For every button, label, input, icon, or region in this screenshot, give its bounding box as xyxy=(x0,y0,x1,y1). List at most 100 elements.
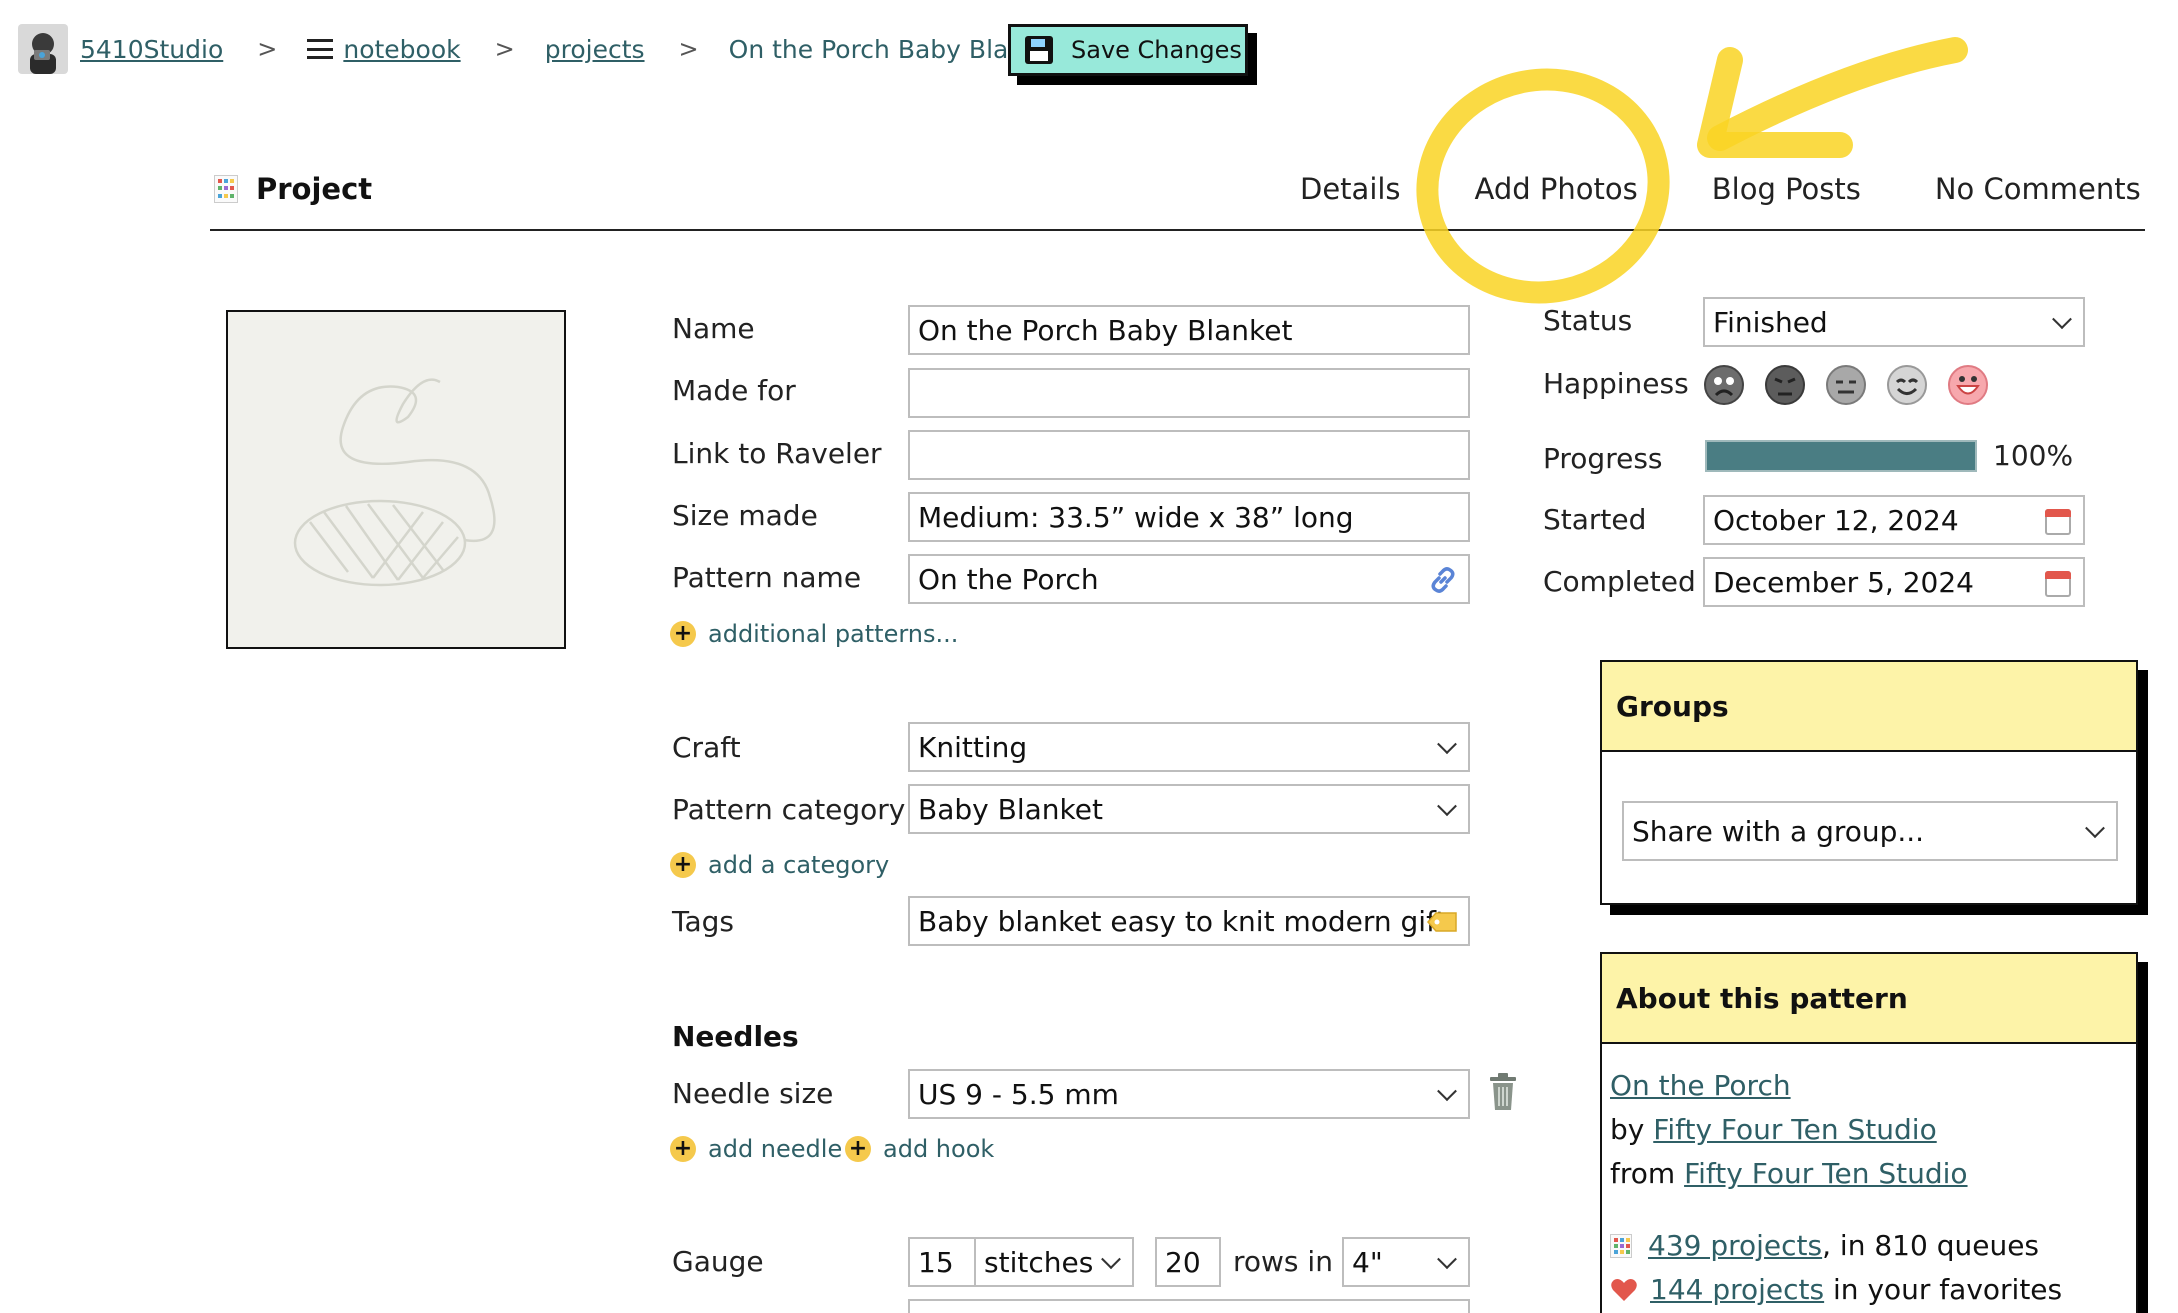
very-happy-face-icon[interactable] xyxy=(1948,365,1988,405)
save-button-label: Save Changes xyxy=(1071,36,1242,64)
projects-icon xyxy=(1610,1234,1632,1258)
completed-date-value: December 5, 2024 xyxy=(1713,565,1974,599)
about-pattern-box: About this pattern On the Porch by Fifty… xyxy=(1600,952,2138,1313)
tab-blog-posts[interactable]: Blog Posts xyxy=(1712,172,1861,206)
size-made-label: Size made xyxy=(672,499,818,532)
unhappy-face-icon[interactable] xyxy=(1765,365,1805,405)
calendar-icon[interactable] xyxy=(2045,509,2071,535)
completed-label: Completed xyxy=(1543,565,1696,598)
link-chain-icon[interactable] xyxy=(1428,565,1458,595)
pattern-name-input[interactable]: On the Porch xyxy=(908,554,1470,604)
favorites-projects-link[interactable]: 144 projects xyxy=(1650,1268,1824,1312)
additional-patterns-link[interactable]: + additional patterns... xyxy=(670,620,958,648)
name-label: Name xyxy=(672,312,755,345)
pattern-link[interactable]: On the Porch xyxy=(1610,1069,1791,1102)
made-for-input[interactable] xyxy=(908,368,1470,418)
menu-icon[interactable] xyxy=(307,39,334,59)
trash-icon[interactable] xyxy=(1488,1072,1518,1112)
needle-size-select[interactable]: US 9 - 5.5 mm xyxy=(908,1069,1470,1119)
section-title-text: Project xyxy=(256,172,373,206)
tab-details[interactable]: Details xyxy=(1300,172,1401,206)
link-raveler-input[interactable] xyxy=(908,430,1470,480)
needle-size-label: Needle size xyxy=(672,1077,834,1110)
favorites-text: in your favorites xyxy=(1824,1273,2063,1306)
gauge-rows-in-text: rows in xyxy=(1233,1245,1333,1278)
gauge-stitches-input[interactable]: 15 xyxy=(908,1237,976,1287)
gauge-stitches-unit-value: stitches xyxy=(984,1245,1094,1279)
add-hook-link[interactable]: + add hook xyxy=(845,1135,994,1163)
plus-icon: + xyxy=(670,852,696,878)
pattern-category-select[interactable]: Baby Blanket xyxy=(908,784,1470,834)
chevron-down-icon xyxy=(1437,1081,1457,1102)
craft-select[interactable]: Knitting xyxy=(908,722,1470,772)
very-unhappy-face-icon[interactable] xyxy=(1704,365,1744,405)
yarn-ball-icon xyxy=(293,378,496,587)
next-field-input-partial[interactable] xyxy=(908,1299,1470,1313)
pattern-queues-text: , in 810 queues xyxy=(1822,1229,2040,1262)
save-button-wrapper: Save Changes xyxy=(1008,24,1258,85)
gauge-measure-value: 4" xyxy=(1352,1245,1383,1279)
gauge-rows-value: 20 xyxy=(1165,1245,1201,1279)
breadcrumb-projects-link[interactable]: projects xyxy=(545,35,645,64)
tab-add-photos[interactable]: Add Photos xyxy=(1475,172,1638,206)
source-link[interactable]: Fifty Four Ten Studio xyxy=(1684,1157,1967,1190)
link-raveler-label: Link to Raveler xyxy=(672,437,882,470)
tag-icon xyxy=(1426,912,1457,932)
chevron-down-icon xyxy=(1437,1249,1457,1270)
tags-input[interactable]: Baby blanket easy to knit modern gift xyxy=(908,896,1470,946)
about-pattern-header: About this pattern xyxy=(1602,954,2136,1044)
designer-link[interactable]: Fifty Four Ten Studio xyxy=(1653,1113,1936,1146)
pattern-by-label: by xyxy=(1610,1113,1645,1146)
add-category-text: add a category xyxy=(708,851,890,879)
about-pattern-content: On the Porch by Fifty Four Ten Studio fr… xyxy=(1602,1044,2136,1313)
project-icon xyxy=(214,175,238,203)
chevron-down-icon xyxy=(1437,734,1457,755)
size-made-input[interactable]: Medium: 33.5” wide x 38” long xyxy=(908,492,1470,542)
craft-select-value: Knitting xyxy=(918,730,1028,764)
happiness-label: Happiness xyxy=(1543,367,1689,400)
happiness-rating xyxy=(1704,365,2009,405)
pattern-name-label: Pattern name xyxy=(672,561,862,594)
section-title: Project xyxy=(214,172,372,206)
share-group-select[interactable]: Share with a group... xyxy=(1622,801,2118,861)
name-input-value: On the Porch Baby Blanket xyxy=(918,313,1293,347)
happy-face-icon[interactable] xyxy=(1887,365,1927,405)
neutral-face-icon[interactable] xyxy=(1826,365,1866,405)
annotation-highlight xyxy=(1416,37,1968,304)
add-needle-link[interactable]: + add needle xyxy=(670,1135,842,1163)
completed-date-input[interactable]: December 5, 2024 xyxy=(1703,557,2085,607)
save-button[interactable]: Save Changes xyxy=(1008,24,1248,76)
breadcrumb-notebook-link[interactable]: notebook xyxy=(343,35,460,64)
project-photo-placeholder[interactable] xyxy=(226,310,566,649)
tab-comments[interactable]: No Comments xyxy=(1935,172,2141,206)
gauge-measure-select[interactable]: 4" xyxy=(1342,1237,1470,1287)
avatar[interactable] xyxy=(18,24,68,74)
plus-icon: + xyxy=(670,1136,696,1162)
gauge-rows-input[interactable]: 20 xyxy=(1155,1237,1221,1287)
pattern-from-label: from xyxy=(1610,1157,1676,1190)
add-category-link[interactable]: + add a category xyxy=(670,851,889,879)
pattern-name-input-value: On the Porch xyxy=(918,562,1099,596)
started-date-input[interactable]: October 12, 2024 xyxy=(1703,495,2085,545)
gauge-stitches-unit-select[interactable]: stitches xyxy=(974,1237,1134,1287)
progress-bar[interactable] xyxy=(1705,440,1977,472)
pattern-category-label: Pattern category xyxy=(672,793,906,826)
progress-label: Progress xyxy=(1543,442,1663,475)
status-select[interactable]: Finished xyxy=(1703,297,2085,347)
gauge-stitches-value: 15 xyxy=(918,1245,954,1279)
breadcrumb-separator: > xyxy=(257,35,278,63)
status-select-value: Finished xyxy=(1713,305,1828,339)
breadcrumb-separator: > xyxy=(678,35,699,63)
breadcrumb-user-link[interactable]: 5410Studio xyxy=(80,35,223,64)
name-input[interactable]: On the Porch Baby Blanket xyxy=(908,305,1470,355)
needles-heading: Needles xyxy=(672,1020,799,1053)
calendar-icon[interactable] xyxy=(2045,571,2071,597)
pattern-projects-link[interactable]: 439 projects xyxy=(1648,1224,1822,1268)
add-needle-text: add needle xyxy=(708,1135,843,1163)
tags-input-value: Baby blanket easy to knit modern gift xyxy=(918,904,1447,938)
breadcrumb-separator: > xyxy=(494,35,515,63)
tags-label: Tags xyxy=(672,905,734,938)
groups-title: Groups xyxy=(1616,689,1729,723)
craft-label: Craft xyxy=(672,731,741,764)
additional-patterns-text: additional patterns... xyxy=(708,620,959,648)
